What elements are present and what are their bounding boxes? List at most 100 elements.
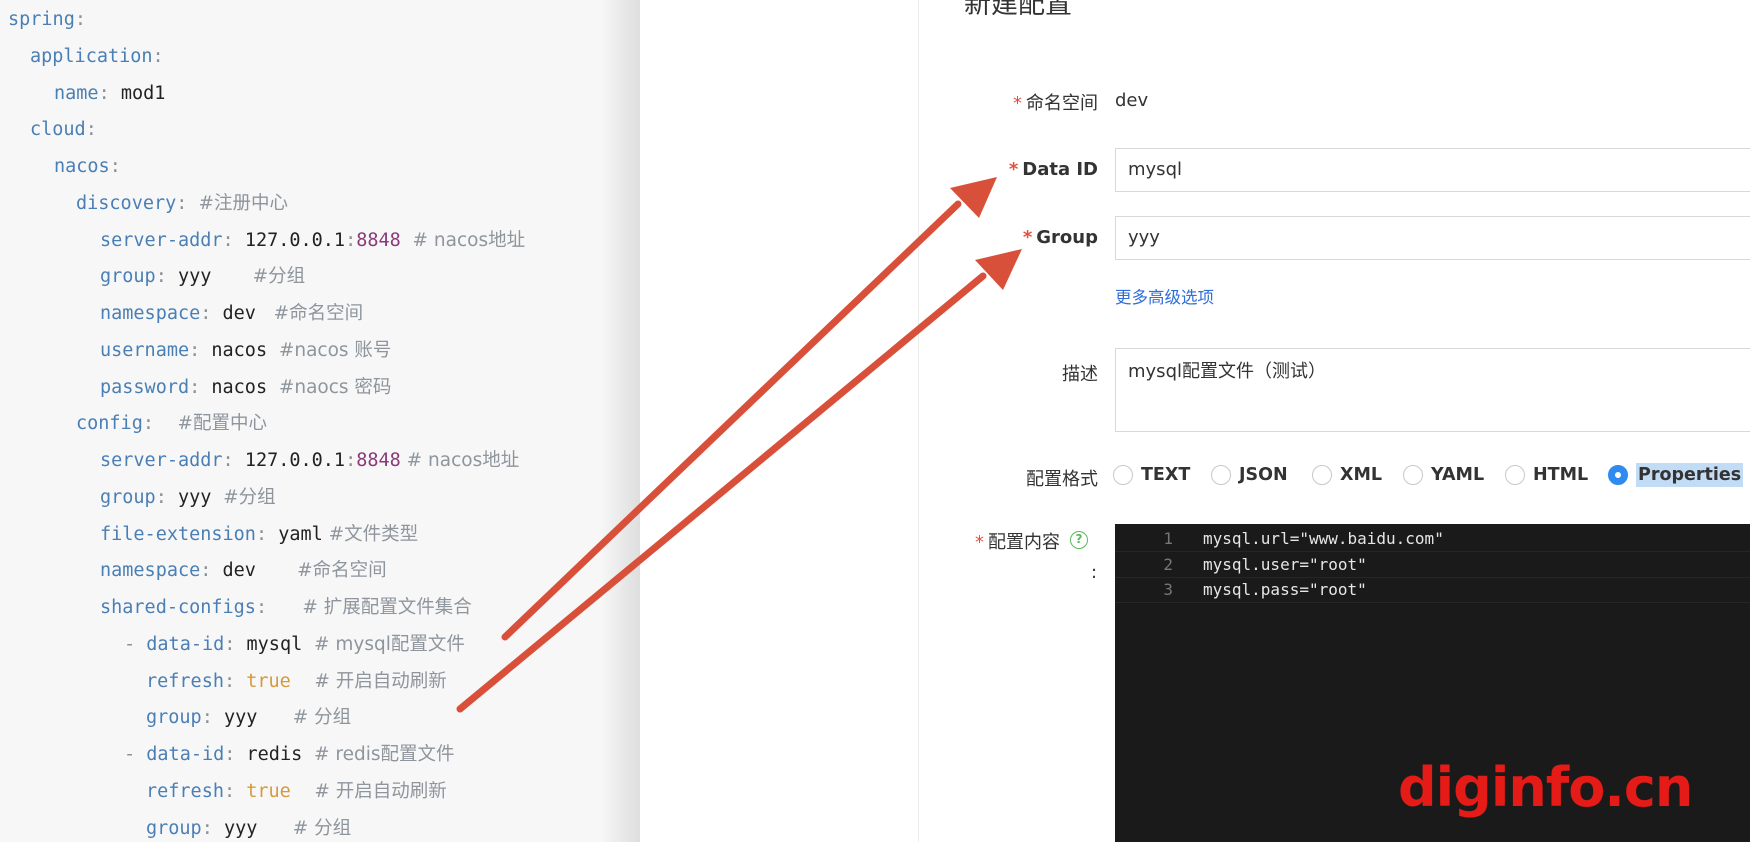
format-radio-properties[interactable]: Properties [1608, 462, 1744, 488]
data-id-label: * Data ID [1008, 159, 1098, 180]
line-number: 3 [1163, 580, 1173, 599]
yaml-token: mysql [246, 633, 303, 655]
yaml-token: - [124, 744, 147, 765]
yaml-token: #配置中心 [153, 413, 267, 435]
yaml-token: : [189, 376, 212, 398]
yaml-token: : [155, 486, 178, 508]
format-radio-text[interactable]: TEXT [1113, 462, 1190, 488]
yaml-token: : [200, 560, 223, 582]
yaml-token: : [142, 413, 154, 435]
yaml-line: discovery: #注册中心 [76, 186, 288, 222]
form-divider [918, 0, 919, 842]
yaml-token: : [152, 45, 164, 67]
yaml-token: : [224, 633, 247, 655]
yaml-line: - data-id: mysql # mysql配置文件 [124, 627, 465, 663]
group-label: * Group [1022, 227, 1098, 248]
yaml-token: yaml [278, 523, 323, 545]
yaml-token: : [85, 119, 97, 141]
yaml-line: group: yyy #分组 [100, 480, 276, 516]
group-input[interactable]: yyy [1115, 216, 1750, 260]
yaml-token: refresh [146, 780, 224, 802]
yaml-line: shared-configs: # 扩展配置文件集合 [100, 590, 472, 626]
yaml-line: config: #配置中心 [76, 406, 267, 442]
code-line[interactable]: 1 mysql.url="www.baidu.com" [1115, 526, 1750, 552]
yaml-token: true [246, 780, 291, 802]
yaml-token: cloud [30, 119, 86, 141]
yaml-token: # redis配置文件 [302, 744, 455, 765]
radio-circle[interactable] [1608, 465, 1628, 485]
yaml-line: spring: [8, 2, 86, 38]
yaml-line: namespace: dev #命名空间 [100, 296, 363, 332]
yaml-line: name: mod1 [54, 76, 165, 112]
yaml-line: namespace: dev #命名空间 [100, 553, 387, 589]
dialog-title: 新建配置 [964, 0, 1072, 20]
yaml-token: nacos [211, 339, 268, 361]
namespace-value: dev [1115, 90, 1149, 111]
format-radio-xml[interactable]: XML [1312, 462, 1382, 488]
yaml-line: group: yyy # 分组 [146, 700, 351, 736]
yaml-token: #分组 [211, 486, 276, 508]
data-id-input[interactable]: mysql [1115, 148, 1750, 192]
advanced-options-link[interactable]: 更多高级选项 [1115, 284, 1214, 308]
yaml-line: refresh: true # 开启自动刷新 [146, 774, 447, 810]
radio-circle[interactable] [1211, 465, 1231, 485]
yaml-token: # nacos地址 [400, 229, 526, 251]
yaml-token: data-id [146, 633, 225, 655]
code-line[interactable]: 3 mysql.pass="root" [1115, 577, 1750, 603]
yaml-token: : [224, 744, 247, 765]
yaml-token: : [223, 780, 247, 802]
yaml-line: username: nacos #nacos 账号 [100, 333, 391, 369]
yaml-token: # mysql配置文件 [302, 633, 465, 655]
yaml-token: server-addr [100, 450, 223, 471]
yaml-line: password: nacos #naocs 密码 [100, 370, 391, 406]
line-number: 1 [1163, 529, 1173, 548]
code-text: mysql.user="root" [1203, 554, 1367, 574]
radio-label: TEXT [1141, 465, 1191, 485]
format-radio-html[interactable]: HTML [1505, 462, 1588, 488]
yaml-token: 127.0.0.1 [244, 450, 346, 471]
radio-circle[interactable] [1403, 465, 1423, 485]
namespace-label: * 命名空间 [1013, 93, 1098, 114]
yaml-token: : [222, 450, 245, 471]
radio-label: HTML [1533, 465, 1589, 485]
yaml-token: refresh [146, 670, 224, 692]
yaml-token: # 分组 [257, 707, 352, 729]
yaml-token: 127.0.0.1 [244, 229, 346, 251]
yaml-token: nacos [211, 376, 268, 398]
yaml-line: cloud: [30, 112, 97, 148]
yaml-token: : [345, 229, 357, 251]
yaml-token: : [345, 450, 357, 471]
code-line[interactable]: 2 mysql.user="root" [1115, 552, 1750, 578]
description-textarea[interactable]: mysql配置文件（测试） [1115, 348, 1750, 432]
yaml-token: server-addr [100, 229, 223, 251]
yaml-token: : [189, 339, 212, 361]
radio-circle[interactable] [1113, 465, 1133, 485]
yaml-token: group [146, 817, 202, 839]
format-radio-json[interactable]: JSON [1211, 462, 1288, 488]
yaml-token: 8848 [356, 450, 401, 471]
yaml-token: mod1 [120, 82, 166, 104]
code-text: mysql.pass="root" [1203, 580, 1367, 599]
yaml-token: # 开启自动刷新 [290, 780, 447, 802]
yaml-token: discovery [76, 192, 177, 214]
yaml-token: config [76, 413, 143, 435]
yaml-line: group: yyy #分组 [100, 259, 305, 295]
format-radio-yaml[interactable]: YAML [1403, 462, 1484, 488]
yaml-token: : [201, 817, 224, 839]
yaml-token: 8848 [356, 229, 401, 251]
yaml-line: server-addr: 127.0.0.1:8848 # nacos地址 [100, 443, 519, 479]
question-icon[interactable]: ? [1070, 531, 1088, 549]
yaml-token: : [109, 156, 121, 177]
line-number: 2 [1163, 554, 1173, 574]
yaml-token: dev [222, 560, 256, 582]
yaml-token: #命名空间 [255, 560, 387, 582]
yaml-token: password [100, 376, 190, 398]
yaml-token: yyy [177, 486, 212, 508]
radio-circle[interactable] [1505, 465, 1525, 485]
yaml-token: #文件类型 [322, 523, 419, 545]
radio-circle[interactable] [1312, 465, 1332, 485]
yaml-token: group [146, 707, 202, 729]
yaml-token: # 扩展配置文件集合 [267, 597, 472, 618]
yaml-token: : [200, 303, 223, 324]
yaml-token: : [222, 229, 245, 251]
